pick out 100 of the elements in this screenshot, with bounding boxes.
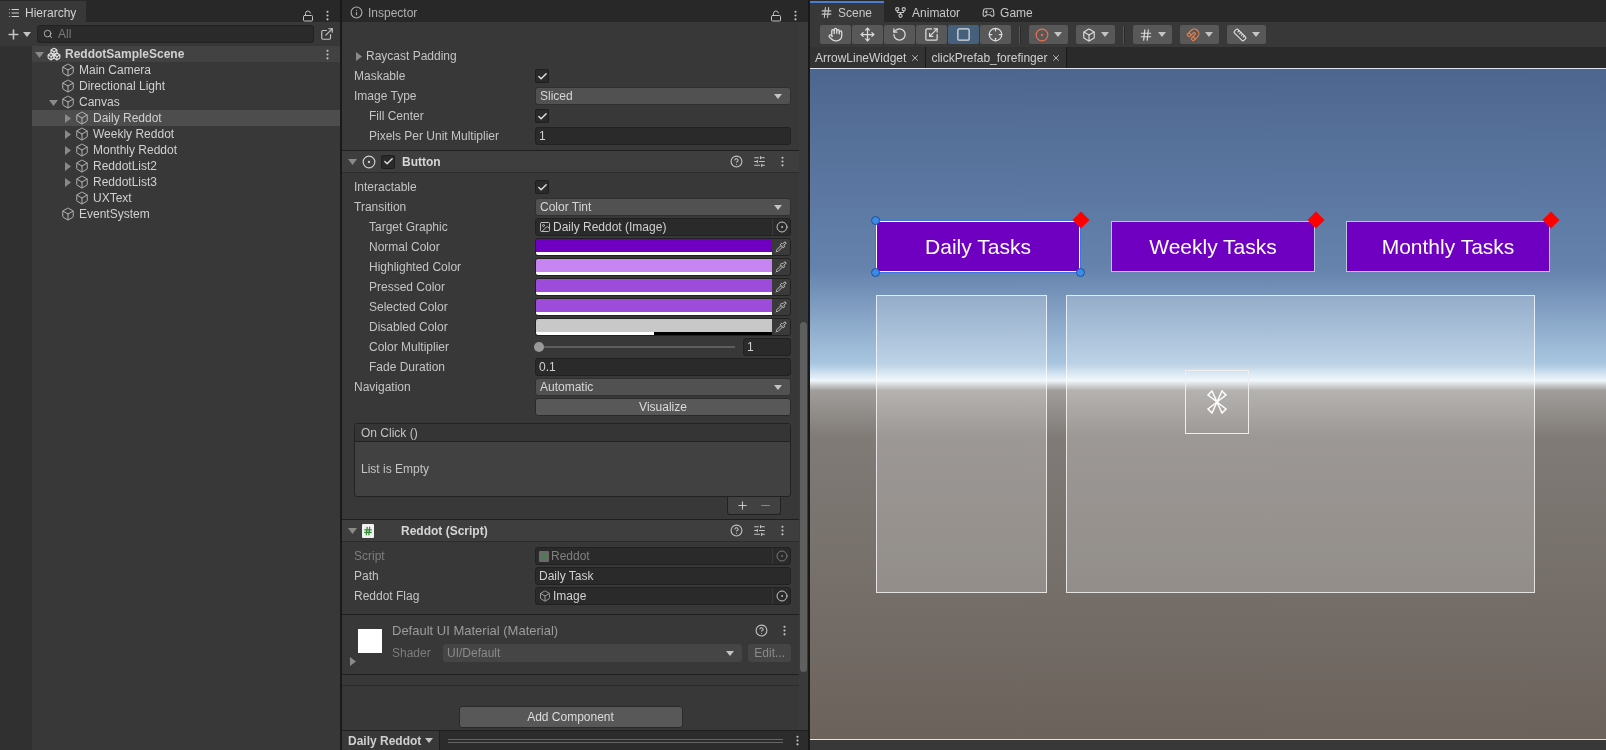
eyedropper-icon[interactable] bbox=[772, 279, 790, 295]
text-field[interactable]: Daily Task bbox=[535, 567, 791, 585]
pivot-dropdown[interactable] bbox=[1029, 25, 1068, 44]
eyedropper-icon[interactable] bbox=[772, 239, 790, 255]
tool-button[interactable] bbox=[980, 25, 1011, 44]
grid-dropdown[interactable] bbox=[1133, 25, 1172, 44]
close-icon[interactable] bbox=[1051, 52, 1062, 63]
caret-right-icon[interactable] bbox=[354, 51, 363, 61]
caret-down-icon[interactable] bbox=[35, 49, 44, 59]
checkbox[interactable] bbox=[535, 180, 549, 194]
lock-icon[interactable] bbox=[770, 10, 783, 22]
add-icon[interactable] bbox=[736, 499, 749, 512]
visualize-button[interactable]: Visualize bbox=[535, 398, 791, 416]
ruler-dropdown[interactable] bbox=[1227, 25, 1266, 44]
slider-thumb[interactable] bbox=[534, 342, 544, 352]
hierarchy-item[interactable]: Canvas bbox=[32, 94, 340, 110]
rotate-icon bbox=[892, 27, 907, 42]
presets-icon[interactable] bbox=[753, 524, 766, 537]
number-field[interactable]: 1 bbox=[535, 127, 791, 145]
target-icon[interactable] bbox=[772, 588, 790, 604]
grid-icon bbox=[1139, 27, 1153, 42]
component-title: Reddot (Script) bbox=[401, 523, 488, 538]
hierarchy-item[interactable]: Daily Reddot bbox=[32, 110, 340, 126]
search-field[interactable]: All bbox=[37, 25, 314, 43]
caret-right-icon[interactable] bbox=[63, 161, 72, 171]
caret-right-icon[interactable] bbox=[63, 177, 72, 187]
view-tab[interactable]: Game bbox=[972, 1, 1045, 22]
expand-icon[interactable] bbox=[320, 27, 334, 41]
hierarchy-item[interactable]: EventSystem bbox=[32, 206, 340, 222]
footer-dropdown[interactable]: Daily Reddot bbox=[342, 731, 441, 750]
dropdown[interactable]: Sliced bbox=[535, 87, 791, 105]
caret-down-icon[interactable] bbox=[348, 157, 357, 166]
field-label: Script bbox=[354, 549, 386, 563]
handle-icon[interactable] bbox=[1076, 268, 1085, 277]
tool-button[interactable] bbox=[916, 25, 947, 44]
eyedropper-icon[interactable] bbox=[772, 299, 790, 315]
presets-icon[interactable] bbox=[753, 155, 766, 168]
eyedropper-icon[interactable] bbox=[772, 259, 790, 275]
tool-button[interactable] bbox=[852, 25, 883, 44]
snap-dropdown[interactable] bbox=[1180, 25, 1219, 44]
caret-icon bbox=[1101, 32, 1109, 37]
handle-icon[interactable] bbox=[871, 216, 880, 225]
help-icon[interactable] bbox=[730, 155, 743, 168]
color-field[interactable] bbox=[535, 318, 791, 336]
field-label: Path bbox=[354, 569, 380, 583]
color-field[interactable] bbox=[535, 258, 791, 276]
object-field[interactable]: Daily Reddot (Image) bbox=[535, 218, 791, 236]
task-button[interactable]: Weekly Tasks bbox=[1111, 221, 1315, 272]
hierarchy-item[interactable]: UXText bbox=[32, 190, 340, 206]
scene-row[interactable]: ReddotSampleScene bbox=[32, 46, 340, 62]
add-button[interactable] bbox=[6, 26, 31, 42]
checkbox[interactable] bbox=[535, 109, 549, 123]
caret-right-icon[interactable] bbox=[63, 113, 72, 123]
hierarchy-item[interactable]: ReddotList2 bbox=[32, 158, 340, 174]
close-icon[interactable] bbox=[910, 52, 921, 63]
task-button[interactable]: Monthly Tasks bbox=[1346, 221, 1550, 272]
color-field[interactable] bbox=[535, 238, 791, 256]
number-field[interactable]: 0.1 bbox=[535, 358, 791, 376]
resize-handle[interactable] bbox=[448, 738, 783, 743]
checkbox[interactable] bbox=[535, 69, 549, 83]
foldout-label[interactable]: Raycast Padding bbox=[366, 49, 457, 63]
number-field[interactable]: 1 bbox=[743, 338, 791, 356]
object-field[interactable]: Image bbox=[535, 587, 791, 605]
tool-button[interactable] bbox=[820, 25, 851, 44]
component-header[interactable]: Button bbox=[342, 150, 799, 173]
caret-right-icon[interactable] bbox=[63, 145, 72, 155]
caret-right-icon[interactable] bbox=[63, 129, 72, 139]
tool-button[interactable] bbox=[884, 25, 915, 44]
view-tab[interactable]: Scene bbox=[810, 1, 885, 22]
view-tab[interactable]: Animator bbox=[884, 1, 973, 22]
target-icon[interactable] bbox=[772, 219, 790, 235]
eyedropper-icon[interactable] bbox=[772, 319, 790, 335]
hierarchy-item[interactable]: ReddotList3 bbox=[32, 174, 340, 190]
component-header[interactable]: Reddot (Script) bbox=[342, 519, 799, 542]
scene-viewport[interactable]: Daily Tasks Weekly Tasks Monthly Tasks bbox=[810, 68, 1606, 740]
help-icon[interactable] bbox=[730, 524, 743, 537]
hierarchy-item[interactable]: Weekly Reddot bbox=[32, 126, 340, 142]
hierarchy-item[interactable]: Monthly Reddot bbox=[32, 142, 340, 158]
help-icon[interactable] bbox=[755, 624, 768, 637]
target-icon[interactable] bbox=[772, 548, 790, 564]
dropdown[interactable]: Color Tint bbox=[535, 198, 791, 216]
handle-icon[interactable] bbox=[871, 268, 880, 277]
color-field[interactable] bbox=[535, 278, 791, 296]
caret-right-icon[interactable] bbox=[348, 657, 357, 666]
tool-button[interactable] bbox=[948, 25, 979, 44]
task-button[interactable]: Daily Tasks bbox=[876, 221, 1080, 272]
hierarchy-item[interactable]: Main Camera bbox=[32, 62, 340, 78]
color-field[interactable] bbox=[535, 298, 791, 316]
checkbox[interactable] bbox=[381, 154, 395, 169]
lock-icon[interactable] bbox=[302, 10, 315, 22]
file-tab[interactable]: clickPrefab_forefinger bbox=[926, 47, 1068, 68]
caret-down-icon[interactable] bbox=[49, 97, 58, 107]
hierarchy-tab[interactable]: Hierarchy bbox=[0, 1, 87, 22]
inspector-tab[interactable]: Inspector bbox=[342, 1, 428, 22]
add-component-button[interactable]: Add Component bbox=[458, 706, 683, 728]
hierarchy-item[interactable]: Directional Light bbox=[32, 78, 340, 94]
dropdown[interactable]: Automatic bbox=[535, 378, 791, 396]
global-dropdown[interactable] bbox=[1076, 25, 1115, 44]
file-tab[interactable]: ArrowLineWidget bbox=[810, 47, 927, 68]
caret-down-icon[interactable] bbox=[348, 526, 357, 535]
